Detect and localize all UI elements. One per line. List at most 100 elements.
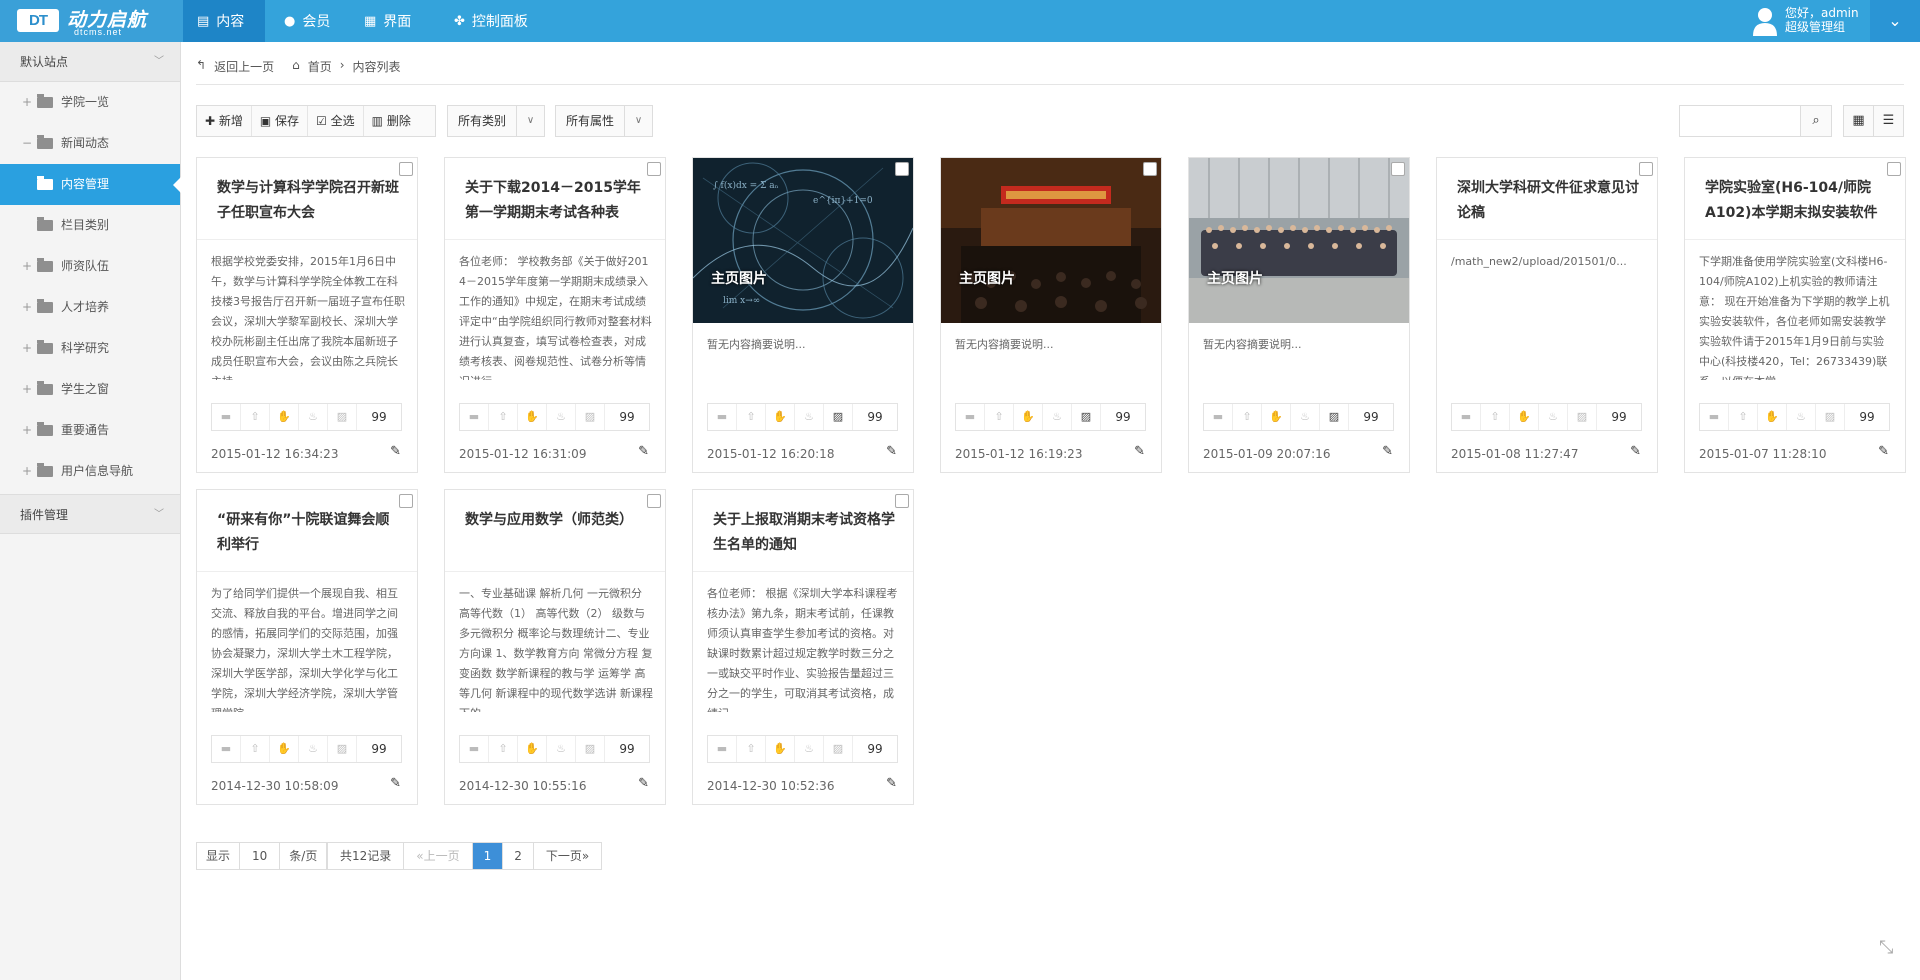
search-button[interactable]: ⌕ bbox=[1800, 105, 1832, 137]
card-title[interactable]: 关于上报取消期末考试资格学生名单的通知 bbox=[713, 508, 897, 558]
edit-icon[interactable]: ✎ bbox=[886, 776, 897, 791]
comment-icon[interactable]: ▬ bbox=[708, 404, 737, 430]
top-icon[interactable]: ⇧ bbox=[1233, 404, 1262, 430]
nav-control-panel[interactable]: ✤ 控制面板 bbox=[440, 0, 552, 42]
card-thumbnail[interactable]: 主页图片 bbox=[941, 158, 1161, 323]
top-icon[interactable]: ⇧ bbox=[1729, 404, 1758, 430]
delete-button[interactable]: ▥ 删除 bbox=[364, 106, 419, 136]
edit-icon[interactable]: ✎ bbox=[886, 444, 897, 459]
hot-icon[interactable]: ♨ bbox=[299, 404, 328, 430]
comment-icon[interactable]: ▬ bbox=[212, 404, 241, 430]
hot-icon[interactable]: ♨ bbox=[299, 736, 328, 762]
thumbs-up-icon[interactable]: ✋ bbox=[766, 404, 795, 430]
top-icon[interactable]: ⇧ bbox=[489, 736, 518, 762]
thumbs-up-icon[interactable]: ✋ bbox=[518, 404, 547, 430]
back-icon[interactable]: ↰ bbox=[196, 58, 206, 75]
avatar-icon[interactable] bbox=[1752, 6, 1778, 36]
card-title[interactable]: 学院实验室(H6-104/师院A102)本学期末拟安装软件 bbox=[1705, 176, 1889, 226]
image-icon[interactable]: ▨ bbox=[576, 404, 605, 430]
sidebar-item-faculty[interactable]: + 师资队伍 bbox=[0, 246, 180, 287]
comment-icon[interactable]: ▬ bbox=[1204, 404, 1233, 430]
sidebar-plugins-header[interactable]: 插件管理 ﹀ bbox=[0, 494, 180, 534]
top-icon[interactable]: ⇧ bbox=[241, 404, 270, 430]
content-card[interactable]: 关于下载2014－2015学年第一学期期末考试各种表 各位老师： 学校教务部《关… bbox=[444, 157, 666, 473]
add-button[interactable]: ✚ 新增 bbox=[197, 106, 252, 136]
sidebar-item-user-nav[interactable]: + 用户信息导航 bbox=[0, 451, 180, 492]
comment-icon[interactable]: ▬ bbox=[212, 736, 241, 762]
grid-view-button[interactable]: ▦ bbox=[1843, 105, 1874, 137]
select-all-button[interactable]: ☑ 全选 bbox=[308, 106, 364, 136]
nav-member[interactable]: ● 会员 bbox=[270, 0, 350, 42]
top-icon[interactable]: ⇧ bbox=[489, 404, 518, 430]
sort-number[interactable]: 99 bbox=[1349, 404, 1393, 430]
card-thumbnail[interactable]: ∫ f(x)dx = Σ aₙ e^{iπ}+1=0 lim x→∞ 主页图片 bbox=[693, 158, 913, 323]
content-card[interactable]: 主页图片 暂无内容摘要说明... ▬ ⇧ ✋ ♨ ▨ 99 2015-01-12 16:1… bbox=[940, 157, 1162, 473]
card-checkbox[interactable] bbox=[399, 494, 413, 508]
card-checkbox[interactable] bbox=[1887, 162, 1901, 176]
hot-icon[interactable]: ♨ bbox=[547, 736, 576, 762]
card-checkbox[interactable] bbox=[1639, 162, 1653, 176]
hot-icon[interactable]: ♨ bbox=[1291, 404, 1320, 430]
hot-icon[interactable]: ♨ bbox=[1787, 404, 1816, 430]
hot-icon[interactable]: ♨ bbox=[795, 404, 824, 430]
card-checkbox[interactable] bbox=[1143, 162, 1157, 176]
nav-content[interactable]: ▤ 内容 bbox=[183, 0, 265, 42]
next-page-button[interactable]: 下一页» bbox=[534, 843, 601, 869]
sort-number[interactable]: 99 bbox=[1845, 404, 1889, 430]
comment-icon[interactable]: ▬ bbox=[1452, 404, 1481, 430]
sidebar-item-news[interactable]: − 新闻动态 bbox=[0, 123, 180, 164]
card-checkbox[interactable] bbox=[895, 494, 909, 508]
content-card[interactable]: ∫ f(x)dx = Σ aₙ e^{iπ}+1=0 lim x→∞ 主页图片 … bbox=[692, 157, 914, 473]
category-select[interactable]: 所有类别 ∨ bbox=[447, 105, 545, 137]
sidebar-site-header[interactable]: 默认站点 ﹀ bbox=[0, 42, 180, 82]
nav-interface[interactable]: ▦ 界面 bbox=[350, 0, 436, 42]
thumbs-up-icon[interactable]: ✋ bbox=[1510, 404, 1539, 430]
sort-number[interactable]: 99 bbox=[357, 736, 401, 762]
image-icon[interactable]: ▨ bbox=[824, 736, 853, 762]
card-title[interactable]: “研来有你”十院联谊舞会顺利举行 bbox=[217, 508, 401, 558]
card-checkbox[interactable] bbox=[647, 494, 661, 508]
content-card[interactable]: 关于上报取消期末考试资格学生名单的通知 各位老师： 根据《深圳大学本科课程考核办… bbox=[692, 489, 914, 805]
home-link[interactable]: 首页 bbox=[308, 58, 332, 75]
content-card[interactable]: 数学与应用数学（师范类） 一、专业基础课 解析几何 一元微积分 高等代数（1） … bbox=[444, 489, 666, 805]
card-title[interactable]: 数学与计算科学学院召开新班子任职宣布大会 bbox=[217, 176, 401, 226]
save-button[interactable]: ▣ 保存 bbox=[252, 106, 309, 136]
sidebar-item-research[interactable]: + 科学研究 bbox=[0, 328, 180, 369]
image-icon[interactable]: ▨ bbox=[328, 736, 357, 762]
thumbs-up-icon[interactable]: ✋ bbox=[270, 736, 299, 762]
resize-handle-icon[interactable]: ⤡ bbox=[1879, 937, 1901, 959]
attribute-select[interactable]: 所有属性 ∨ bbox=[555, 105, 653, 137]
header-dropdown-button[interactable]: ⌄ bbox=[1870, 0, 1920, 42]
content-card[interactable]: 深圳大学科研文件征求意见讨论稿 /math_new2/upload/201501… bbox=[1436, 157, 1658, 473]
thumbs-up-icon[interactable]: ✋ bbox=[766, 736, 795, 762]
sidebar-item-talent[interactable]: + 人才培养 bbox=[0, 287, 180, 328]
thumbs-up-icon[interactable]: ✋ bbox=[1758, 404, 1787, 430]
top-icon[interactable]: ⇧ bbox=[1481, 404, 1510, 430]
thumbs-up-icon[interactable]: ✋ bbox=[1014, 404, 1043, 430]
card-checkbox[interactable] bbox=[1391, 162, 1405, 176]
content-card[interactable]: 主页图片 暂无内容摘要说明... ▬ ⇧ ✋ ♨ ▨ 99 2015-01-09 20:0… bbox=[1188, 157, 1410, 473]
edit-icon[interactable]: ✎ bbox=[638, 776, 649, 791]
hot-icon[interactable]: ♨ bbox=[1539, 404, 1568, 430]
sidebar-item-college[interactable]: + 学院一览 bbox=[0, 82, 180, 123]
image-icon[interactable]: ▨ bbox=[1072, 404, 1101, 430]
hot-icon[interactable]: ♨ bbox=[547, 404, 576, 430]
card-title[interactable]: 数学与应用数学（师范类） bbox=[465, 508, 649, 558]
thumbs-up-icon[interactable]: ✋ bbox=[1262, 404, 1291, 430]
comment-icon[interactable]: ▬ bbox=[1700, 404, 1729, 430]
image-icon[interactable]: ▨ bbox=[328, 404, 357, 430]
edit-icon[interactable]: ✎ bbox=[1134, 444, 1145, 459]
content-card[interactable]: “研来有你”十院联谊舞会顺利举行 为了给同学们提供一个展现自我、相互交流、释放自… bbox=[196, 489, 418, 805]
page-1-button[interactable]: 1 bbox=[472, 843, 504, 869]
edit-icon[interactable]: ✎ bbox=[390, 444, 401, 459]
top-icon[interactable]: ⇧ bbox=[737, 404, 766, 430]
sidebar-item-students[interactable]: + 学生之窗 bbox=[0, 369, 180, 410]
search-input[interactable] bbox=[1679, 105, 1801, 137]
sort-number[interactable]: 99 bbox=[1597, 404, 1641, 430]
page-2-button[interactable]: 2 bbox=[503, 843, 534, 869]
image-icon[interactable]: ▨ bbox=[824, 404, 853, 430]
sort-number[interactable]: 99 bbox=[853, 404, 897, 430]
edit-icon[interactable]: ✎ bbox=[1878, 444, 1889, 459]
image-icon[interactable]: ▨ bbox=[1320, 404, 1349, 430]
image-icon[interactable]: ▨ bbox=[1816, 404, 1845, 430]
